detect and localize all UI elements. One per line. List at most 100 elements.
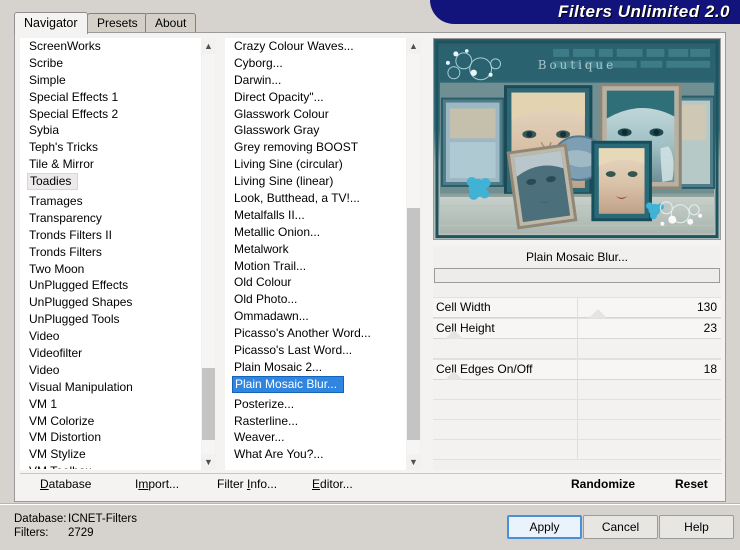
effect-list-item[interactable]: Rasterline... — [225, 413, 421, 430]
navigator-panel: ScreenWorks Scribe Simple Special Effects 1… — [14, 32, 726, 502]
category-list-item[interactable]: VM Stylize — [20, 446, 216, 463]
effect-list-item[interactable]: Plain Mosaic Blur... — [232, 375, 345, 393]
category-list-item[interactable]: Tile & Mirror — [20, 156, 216, 173]
category-list-item[interactable]: Scribe — [20, 55, 216, 72]
filter-effect-list[interactable]: Crazy Colour Waves... Cyborg... Darwin... D… — [225, 38, 421, 470]
effect-list-item[interactable]: Metallic Onion... — [225, 224, 421, 241]
effect-scrollbar-thumb[interactable] — [407, 208, 420, 440]
category-scrollbar-thumb[interactable] — [202, 368, 215, 440]
category-list-item[interactable]: UnPlugged Shapes — [20, 294, 216, 311]
category-list-item[interactable]: Sybia — [20, 122, 216, 139]
parameter-row[interactable]: Cell Edges On/Off 18 — [433, 359, 721, 380]
parameter-value: 23 — [703, 321, 717, 335]
category-list-item[interactable]: UnPlugged Effects — [20, 277, 216, 294]
category-list-item[interactable]: Two Moon — [20, 261, 216, 278]
parameter-slider-handle[interactable] — [588, 309, 607, 318]
randomize-button[interactable]: Randomize — [571, 477, 635, 491]
effect-list-item[interactable]: Picasso's Another Word... — [225, 325, 421, 342]
app-title: Filters Unlimited 2.0 — [557, 2, 730, 21]
effect-list-item[interactable]: Look, Butthead, a TV!... — [225, 190, 421, 207]
effect-list-item[interactable]: Crazy Colour Waves... — [225, 38, 421, 55]
parameter-row-empty[interactable] — [433, 380, 721, 400]
category-list-item[interactable]: UnPlugged Tools — [20, 311, 216, 328]
effect-list-item[interactable]: What Are You?... — [225, 446, 421, 463]
chevron-down-icon[interactable]: ▼ — [201, 454, 216, 470]
parameter-row-empty[interactable] — [433, 400, 721, 420]
effect-list-item[interactable]: Weaver... — [225, 429, 421, 446]
category-list-item[interactable]: Transparency — [20, 210, 216, 227]
parameter-center-tick — [577, 319, 578, 338]
category-list-item[interactable]: Toadies — [27, 173, 79, 191]
effect-list-item[interactable]: Posterize... — [225, 396, 421, 413]
help-button[interactable]: Help — [659, 515, 734, 539]
category-list-item[interactable]: Video — [20, 362, 216, 379]
parameter-slider-handle[interactable] — [444, 330, 463, 339]
effect-list-item[interactable]: Metalfalls II... — [225, 207, 421, 224]
apply-button[interactable]: Apply — [507, 515, 582, 539]
effect-list-item[interactable]: Cyborg... — [225, 55, 421, 72]
filter-preview-image[interactable]: Boutique — [433, 38, 721, 240]
category-list-item[interactable]: Visual Manipulation — [20, 379, 216, 396]
tab-about[interactable]: About — [145, 13, 197, 33]
parameter-row-empty[interactable] — [433, 440, 721, 460]
editor-link[interactable]: Editor... — [312, 477, 353, 491]
effect-list-item[interactable]: Darwin... — [225, 72, 421, 89]
filter-info-link[interactable]: Filter Info... — [217, 477, 277, 491]
category-list-item[interactable]: Tramages — [20, 193, 216, 210]
parameter-value: 18 — [703, 362, 717, 376]
effect-list-scrollbar[interactable]: ▲ ▼ — [406, 38, 421, 470]
parameter-entry-field[interactable] — [434, 268, 720, 283]
category-list-item[interactable]: Special Effects 1 — [20, 89, 216, 106]
effect-list-item[interactable]: Motion Trail... — [225, 258, 421, 275]
parameter-label: Cell Width — [436, 300, 491, 314]
effect-list-item[interactable]: Living Sine (linear) — [225, 173, 421, 190]
category-list-item[interactable]: Video — [20, 328, 216, 345]
category-list-scrollbar[interactable]: ▲ ▼ — [201, 38, 216, 470]
effect-list-item[interactable]: Grey removing BOOST — [225, 139, 421, 156]
status-database-line: Database: ICNET-Filters — [14, 512, 137, 526]
effect-list-item[interactable]: Glasswork Colour — [225, 106, 421, 123]
category-list-item[interactable]: Tronds Filters — [20, 244, 216, 261]
category-list-item[interactable]: Videofilter — [20, 345, 216, 362]
effect-list-item[interactable]: Picasso's Last Word... — [225, 342, 421, 359]
import-link[interactable]: Import... — [135, 477, 179, 491]
category-list-item[interactable]: ScreenWorks — [20, 38, 216, 55]
category-list-item[interactable]: Simple — [20, 72, 216, 89]
effect-list-item[interactable]: Metalwork — [225, 241, 421, 258]
reset-button[interactable]: Reset — [675, 477, 708, 491]
category-list-item[interactable]: Teph's Tricks — [20, 139, 216, 156]
effect-list-item[interactable]: Ommadawn... — [225, 308, 421, 325]
chevron-up-icon[interactable]: ▲ — [406, 38, 421, 54]
parameter-row-empty[interactable] — [433, 420, 721, 440]
filter-category-list[interactable]: ScreenWorks Scribe Simple Special Effects 1… — [20, 38, 216, 470]
category-list-item[interactable]: VM 1 — [20, 396, 216, 413]
category-list-item[interactable]: VM Distortion — [20, 429, 216, 446]
svg-text:Boutique: Boutique — [538, 58, 616, 72]
effect-list-item[interactable]: Old Photo... — [225, 291, 421, 308]
tab-presets[interactable]: Presets — [87, 13, 148, 33]
parameter-center-tick — [577, 339, 578, 358]
chevron-down-icon[interactable]: ▼ — [406, 454, 421, 470]
parameter-row[interactable]: Cell Width 130 — [433, 297, 721, 318]
parameter-slider-handle[interactable] — [444, 371, 463, 380]
effect-list-item[interactable]: Glasswork Gray — [225, 122, 421, 139]
parameter-row-empty[interactable] — [433, 339, 721, 359]
parameter-row[interactable]: Cell Height 23 — [433, 318, 721, 339]
category-list-item[interactable]: VM Colorize — [20, 413, 216, 430]
chevron-up-icon[interactable]: ▲ — [201, 38, 216, 54]
category-list-item[interactable]: Special Effects 2 — [20, 106, 216, 123]
parameter-rows: Cell Width 130 Cell Height 23 Cell Edges On/… — [433, 297, 721, 460]
effect-list-item[interactable]: Plain Mosaic 2... — [225, 359, 421, 376]
cancel-button[interactable]: Cancel — [583, 515, 658, 539]
title-banner: Filters Unlimited 2.0 — [424, 0, 740, 24]
right-column: Boutique Plain Mosaic Blur... Cell Width… — [427, 38, 721, 470]
parameter-center-tick — [577, 400, 578, 419]
category-list-item[interactable]: Tronds Filters II — [20, 227, 216, 244]
action-link-row: Database Import... Filter Info... Editor… — [20, 473, 722, 499]
effect-list-item[interactable]: Old Colour — [225, 274, 421, 291]
category-list-item[interactable]: VM Toolbox — [20, 463, 216, 469]
tab-navigator[interactable]: Navigator — [14, 12, 88, 34]
effect-list-item[interactable]: Direct Opacity"... — [225, 89, 421, 106]
effect-list-item[interactable]: Living Sine (circular) — [225, 156, 421, 173]
database-link[interactable]: Database — [40, 477, 91, 491]
